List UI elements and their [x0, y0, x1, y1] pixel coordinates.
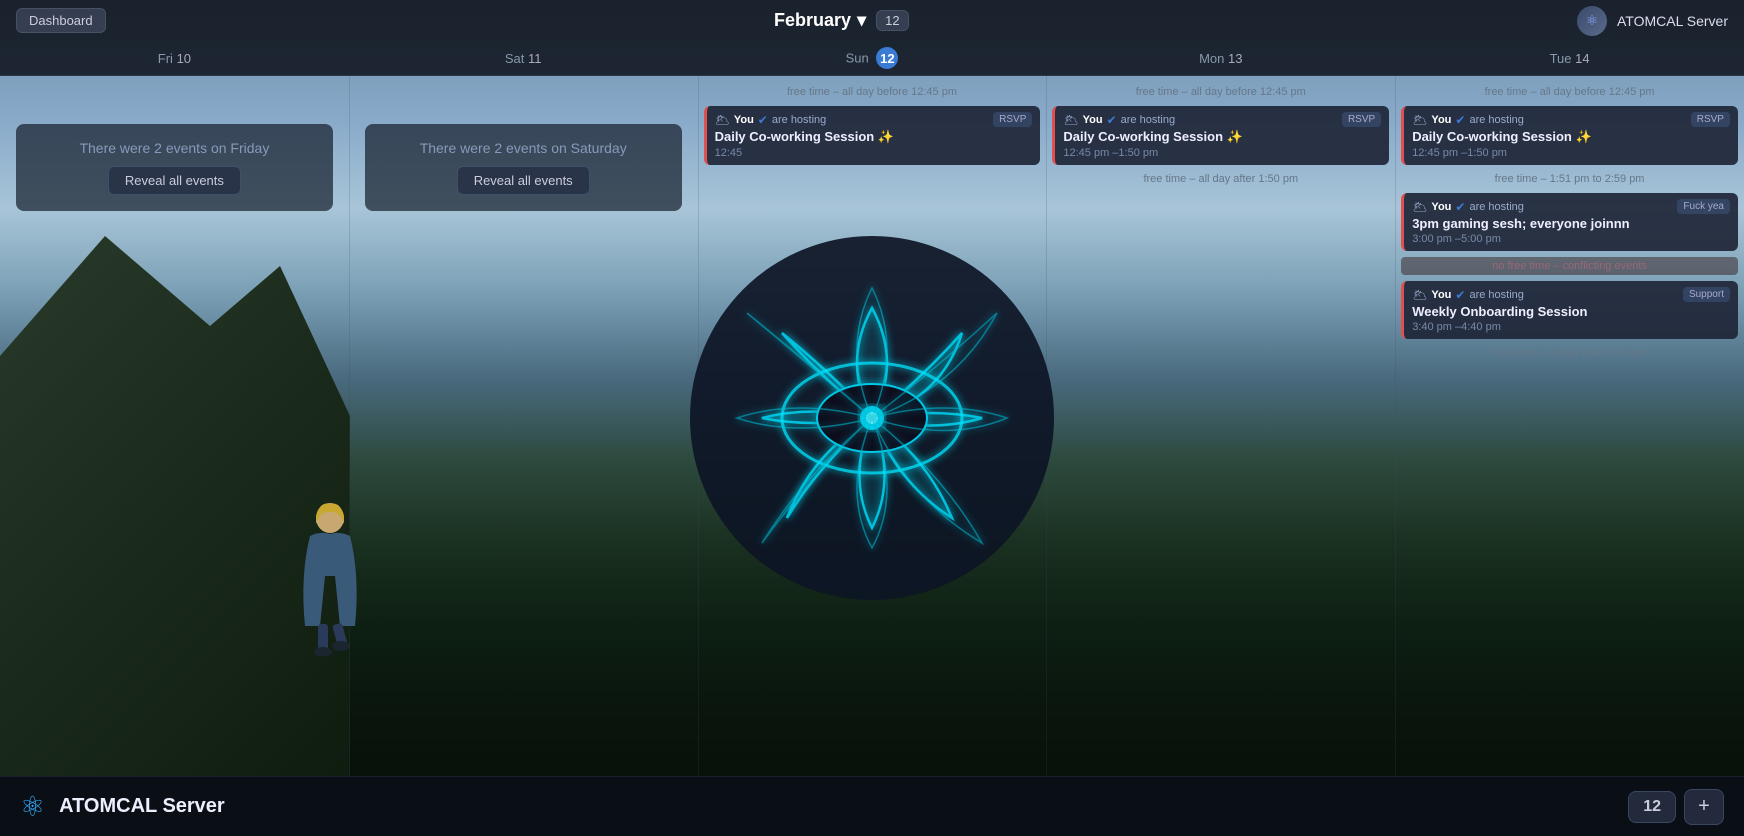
mon-event-1-you: You — [1083, 114, 1103, 126]
atomcal-icon: ⚛ — [20, 790, 45, 823]
fri-hidden-events: There were 2 events on Friday Reveal all… — [16, 124, 333, 211]
month-label: February — [774, 10, 851, 31]
tue-event-2-action[interactable]: Fuck yea — [1677, 199, 1730, 214]
mon-free-time-1: free time – all day before 12:45 pm — [1052, 84, 1389, 100]
tue-event-1-rsvp[interactable]: RSVP — [1691, 112, 1730, 127]
sat-hidden-events: There were 2 events on Saturday Reveal a… — [365, 124, 682, 211]
tue-event-1-title: Daily Co-working Session ✨ — [1412, 129, 1730, 145]
sun-event-1-rsvp[interactable]: RSVP — [993, 112, 1032, 127]
tue-event-1-time: 12:45 pm –1:50 pm — [1412, 147, 1730, 159]
mon-event-1-host-row: 🌥 You ✔ are hosting RSVP — [1063, 112, 1381, 127]
tue-event-3-host-row: 🌥 You ✔ are hosting Support — [1412, 287, 1730, 302]
tue-event-3[interactable]: 🌥 You ✔ are hosting Support Weekly Onboa… — [1401, 281, 1738, 339]
day-column-tue: free time – all day before 12:45 pm 🌥 Yo… — [1395, 76, 1744, 776]
bottom-add-button[interactable]: + — [1684, 789, 1724, 825]
checkmark-icon: ✔ — [758, 113, 768, 127]
month-selector[interactable]: February ▾ — [774, 10, 866, 31]
mon-event-1-title: Daily Co-working Session ✨ — [1063, 129, 1381, 145]
checkmark-icon-mon: ✔ — [1107, 113, 1117, 127]
day-header-mon: Mon 13 — [1046, 51, 1395, 66]
tue-event-2-host-row: 🌥 You ✔ are hosting Fuck yea — [1412, 199, 1730, 214]
atomcal-logo — [687, 233, 1057, 603]
month-badge[interactable]: 12 — [876, 10, 908, 31]
bottom-left: ⚛ ATOMCAL Server — [20, 790, 225, 823]
sun-event-1-you: You — [734, 114, 754, 126]
mon-event-1-rsvp[interactable]: RSVP — [1342, 112, 1381, 127]
sun-event-1[interactable]: 🌥 You ✔ are hosting RSVP Daily Co-workin… — [704, 106, 1041, 165]
tue-event-1-host-row: 🌥 You ✔ are hosting RSVP — [1412, 112, 1730, 127]
checkmark-icon-tue3: ✔ — [1455, 288, 1465, 302]
tue-event-2-time: 3:00 pm –5:00 pm — [1412, 233, 1730, 245]
tue-free-time-1: free time – all day before 12:45 pm — [1401, 84, 1738, 100]
day-column-sat: There were 2 events on Saturday Reveal a… — [349, 76, 698, 776]
server-avatar: ⚛ — [1577, 6, 1607, 36]
day-header-tue: Tue 14 — [1395, 51, 1744, 66]
tue-event-3-time: 3:40 pm –4:40 pm — [1412, 321, 1730, 333]
checkmark-icon-tue1: ✔ — [1455, 113, 1465, 127]
cloud-icon: 🌥 — [715, 113, 730, 127]
tue-event-2-you: You — [1431, 201, 1451, 213]
checkmark-icon-tue2: ✔ — [1455, 200, 1465, 214]
tue-event-1-you: You — [1431, 114, 1451, 126]
day-column-fri: There were 2 events on Friday Reveal all… — [0, 76, 349, 776]
tue-event-2-title: 3pm gaming sesh; everyone joinnn — [1412, 216, 1730, 231]
tue-event-1-hosting: are hosting — [1469, 114, 1523, 126]
chevron-down-icon: ▾ — [857, 10, 866, 31]
tue-free-time-4: free time – all day after 4:40 pm — [1401, 345, 1738, 361]
server-name-header: ATOMCAL Server — [1617, 13, 1728, 29]
mon-event-1[interactable]: 🌥 You ✔ are hosting RSVP Daily Co-workin… — [1052, 106, 1389, 165]
sun-event-1-hosting: are hosting — [772, 114, 826, 126]
sun-free-time-1: free time – all day before 12:45 pm — [704, 84, 1041, 100]
day-header-sat: Sat 11 — [349, 51, 698, 66]
tue-event-3-you: You — [1431, 289, 1451, 301]
bottom-server-name: ATOMCAL Server — [59, 795, 225, 818]
fri-hidden-label: There were 2 events on Friday — [79, 140, 269, 156]
cloud-icon-mon: 🌥 — [1063, 113, 1078, 127]
tue-event-2[interactable]: 🌥 You ✔ are hosting Fuck yea 3pm gaming … — [1401, 193, 1738, 251]
dashboard-button[interactable]: Dashboard — [16, 8, 106, 33]
bottom-day-badge[interactable]: 12 — [1628, 791, 1676, 823]
tue-event-3-hosting: are hosting — [1469, 289, 1523, 301]
mon-free-time-2: free time – all day after 1:50 pm — [1052, 171, 1389, 187]
sun-event-1-host-row: 🌥 You ✔ are hosting RSVP — [715, 112, 1033, 127]
tue-free-time-2: free time – 1:51 pm to 2:59 pm — [1401, 171, 1738, 187]
day-header-sun: Sun 12 — [698, 47, 1047, 69]
tue-event-1[interactable]: 🌥 You ✔ are hosting RSVP Daily Co-workin… — [1401, 106, 1738, 165]
day-header-fri: Fri 10 — [0, 51, 349, 66]
cloud-icon-tue2: 🌥 — [1412, 200, 1427, 214]
tue-event-3-title: Weekly Onboarding Session — [1412, 304, 1730, 319]
tue-event-3-action[interactable]: Support — [1683, 287, 1730, 302]
tue-event-2-hosting: are hosting — [1469, 201, 1523, 213]
sat-reveal-button[interactable]: Reveal all events — [457, 166, 590, 195]
day-headers: Fri 10 Sat 11 Sun 12 Mon 13 Tue 14 — [0, 41, 1744, 76]
cloud-icon-tue3: 🌥 — [1412, 288, 1427, 302]
bottom-right: 12 + — [1628, 789, 1724, 825]
bottom-bar: ⚛ ATOMCAL Server 12 + — [0, 776, 1744, 836]
sat-hidden-label: There were 2 events on Saturday — [420, 140, 627, 156]
sun-event-1-time: 12:45 — [715, 147, 1033, 159]
mon-event-1-time: 12:45 pm –1:50 pm — [1063, 147, 1381, 159]
top-header: Dashboard February ▾ 12 ⚛ ATOMCAL Server — [0, 0, 1744, 41]
fri-reveal-button[interactable]: Reveal all events — [108, 166, 241, 195]
sun-event-1-title: Daily Co-working Session ✨ — [715, 129, 1033, 145]
header-right: ⚛ ATOMCAL Server — [1577, 6, 1728, 36]
mon-event-1-hosting: are hosting — [1121, 114, 1175, 126]
tue-no-free: no free time – conflicting events — [1401, 257, 1738, 275]
cloud-icon-tue1: 🌥 — [1412, 113, 1427, 127]
header-center: February ▾ 12 — [774, 10, 909, 31]
day-column-mon: free time – all day before 12:45 pm 🌥 Yo… — [1046, 76, 1395, 776]
